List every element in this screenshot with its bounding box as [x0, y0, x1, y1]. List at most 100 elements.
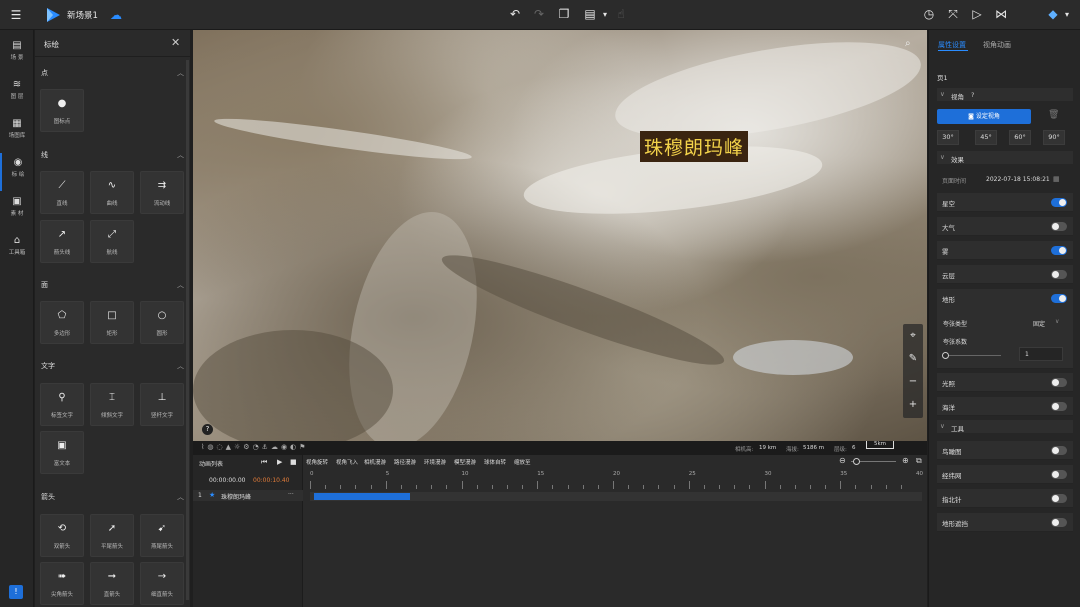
fullscreen-icon[interactable]: ⤧: [946, 8, 960, 20]
chevron-up-icon[interactable]: ︿: [177, 68, 184, 78]
nav-item-scene[interactable]: ▤ 场 景: [0, 36, 34, 74]
track-clip[interactable]: [314, 493, 410, 500]
tool-point-marker[interactable]: ● 图标点: [40, 89, 84, 132]
tool-polygon[interactable]: ⬠ 多边形: [40, 301, 84, 344]
tool-line-route[interactable]: ⤢ 航线: [90, 220, 134, 263]
angle-90-button[interactable]: 90°: [1043, 130, 1065, 145]
tool-line-arrow[interactable]: ↗ 箭头线: [40, 220, 84, 263]
chevron-down-icon[interactable]: ▾: [598, 9, 612, 21]
atmosphere-toggle[interactable]: [1051, 222, 1067, 231]
locate-icon[interactable]: ⌖: [903, 324, 923, 347]
slider-thumb[interactable]: [853, 458, 860, 465]
terrain-occlusion-toggle[interactable]: [1051, 518, 1067, 527]
set-view-button[interactable]: ◙ 设定视角: [937, 109, 1031, 124]
section-view[interactable]: ∨ 视角 ?: [937, 88, 1073, 101]
birdseye-toggle[interactable]: [1051, 446, 1067, 455]
exaggeration-type-select[interactable]: 固定: [1033, 319, 1045, 328]
section-tools[interactable]: ∨ 工具: [937, 420, 1073, 433]
measure-icon[interactable]: ✎: [903, 347, 923, 370]
fog-toggle[interactable]: [1051, 246, 1067, 255]
chevron-up-icon[interactable]: ︿: [177, 280, 184, 290]
notice-icon[interactable]: !: [9, 585, 23, 599]
trash-icon[interactable]: 🗑: [1048, 110, 1059, 120]
redo-icon[interactable]: ↷: [532, 8, 546, 20]
panel-scrollbar[interactable]: [186, 60, 189, 600]
search-icon[interactable]: ⌕: [905, 38, 911, 49]
angle-60-button[interactable]: 60°: [1009, 130, 1031, 145]
close-icon[interactable]: ✕: [171, 36, 180, 49]
tool-text-stick[interactable]: ⊥ 竖杆文字: [140, 383, 184, 426]
share-icon[interactable]: ⋈: [994, 8, 1008, 20]
tab-camera-tour[interactable]: 相机漫游: [364, 458, 386, 466]
fit-icon[interactable]: ⧉: [916, 456, 922, 466]
map-viewport[interactable]: ⌕ ?: [193, 30, 927, 441]
zoom-in-icon[interactable]: +: [903, 393, 923, 416]
graticule-toggle[interactable]: [1051, 470, 1067, 479]
clock-icon[interactable]: ◷: [922, 8, 936, 20]
tab-globe-rotate[interactable]: 球体自转: [484, 458, 506, 466]
tool-rich-text[interactable]: ▣ 富文本: [40, 431, 84, 474]
tab-view-animation[interactable]: 视角动画: [983, 40, 1011, 50]
calendar-icon[interactable]: ▦: [1053, 175, 1060, 183]
zoom-out-icon[interactable]: −: [903, 370, 923, 393]
tool-arrow-sharp[interactable]: ➠ 尖角箭头: [40, 562, 84, 605]
status-tool-icons[interactable]: ⌇◍◌▲☼⚙◔⚓☁◉◐⚑: [201, 443, 308, 451]
section-text[interactable]: 文字: [41, 361, 55, 371]
tool-line-straight[interactable]: ⟋ 直线: [40, 171, 84, 214]
play-icon[interactable]: ▶: [277, 458, 282, 466]
section-line[interactable]: 线: [41, 150, 48, 160]
tool-arrow-thin[interactable]: → 细直箭头: [140, 562, 184, 605]
tab-path-tour[interactable]: 路径漫游: [394, 458, 416, 466]
nav-item-layers[interactable]: ≋ 图 层: [0, 75, 34, 113]
zoom-in-icon[interactable]: ⊕: [902, 456, 909, 465]
section-point[interactable]: 点: [41, 68, 48, 78]
tab-view-fly[interactable]: 视角飞入: [336, 458, 358, 466]
timeline-ruler[interactable]: 0 5 10 15 20 25 30 35 40: [310, 469, 923, 491]
play-icon[interactable]: ▷: [970, 8, 984, 20]
chevron-up-icon[interactable]: ︿: [177, 150, 184, 160]
scene-title[interactable]: 新场景1: [67, 9, 98, 21]
chevron-down-icon[interactable]: ∨: [1055, 318, 1059, 325]
stars-toggle[interactable]: [1051, 198, 1067, 207]
nav-item-toolbox[interactable]: ⌂ 工具箱: [0, 231, 34, 269]
tab-view-rotate[interactable]: 视角旋转: [306, 458, 328, 466]
tool-text-tilt[interactable]: ⌶ 倾斜文字: [90, 383, 134, 426]
tool-arrow-flat[interactable]: ➚ 平尾箭头: [90, 514, 134, 557]
help-icon[interactable]: ?: [202, 424, 213, 435]
terrain-toggle[interactable]: [1051, 294, 1067, 303]
clouds-toggle[interactable]: [1051, 270, 1067, 279]
table-row[interactable]: 1 ★ 珠穆朗玛峰 ···: [193, 490, 303, 501]
tool-line-curve[interactable]: ∿ 曲线: [90, 171, 134, 214]
section-effects[interactable]: ∨ 效果: [937, 151, 1073, 164]
exaggeration-slider[interactable]: [945, 355, 1001, 356]
lighting-toggle[interactable]: [1051, 378, 1067, 387]
zoom-out-icon[interactable]: ⊖: [839, 456, 846, 465]
exaggeration-factor-input[interactable]: 1: [1019, 347, 1063, 361]
map-label-everest[interactable]: 珠穆朗玛峰: [640, 131, 749, 162]
angle-30-button[interactable]: 30°: [937, 130, 959, 145]
tool-arrow-straight[interactable]: ➞ 直箭头: [90, 562, 134, 605]
tool-arrow-tail[interactable]: ➹ 燕尾箭头: [140, 514, 184, 557]
tab-zoom-to[interactable]: 缩放至: [514, 458, 531, 466]
screen-icon[interactable]: ▤: [583, 8, 597, 20]
menu-icon[interactable]: ☰: [9, 9, 23, 21]
avatar-icon[interactable]: ◆: [1046, 8, 1060, 20]
chevron-up-icon[interactable]: ︿: [177, 361, 184, 371]
ocean-toggle[interactable]: [1051, 402, 1067, 411]
tool-rectangle[interactable]: □ 矩形: [90, 301, 134, 344]
help-icon[interactable]: ?: [971, 91, 974, 99]
nav-item-plot[interactable]: ◉ 标 绘: [0, 153, 34, 191]
page-time-value[interactable]: 2022-07-18 15:08:21: [986, 176, 1050, 183]
section-arrow[interactable]: 箭头: [41, 492, 55, 502]
nav-item-map-library[interactable]: ▦ 场图库: [0, 114, 34, 152]
tab-properties[interactable]: 属性设置: [938, 40, 966, 50]
tab-env-tour[interactable]: 环境漫游: [424, 458, 446, 466]
more-icon[interactable]: ···: [288, 491, 294, 498]
nav-item-assets[interactable]: ▣ 素 材: [0, 192, 34, 230]
undo-icon[interactable]: ↶: [508, 8, 522, 20]
tool-circle[interactable]: ○ 圆形: [140, 301, 184, 344]
chevron-down-icon[interactable]: ▾: [1060, 9, 1074, 21]
stop-icon[interactable]: ■: [290, 458, 297, 466]
compass-toggle[interactable]: [1051, 494, 1067, 503]
tool-arrow-double[interactable]: ⟲ 双箭头: [40, 514, 84, 557]
